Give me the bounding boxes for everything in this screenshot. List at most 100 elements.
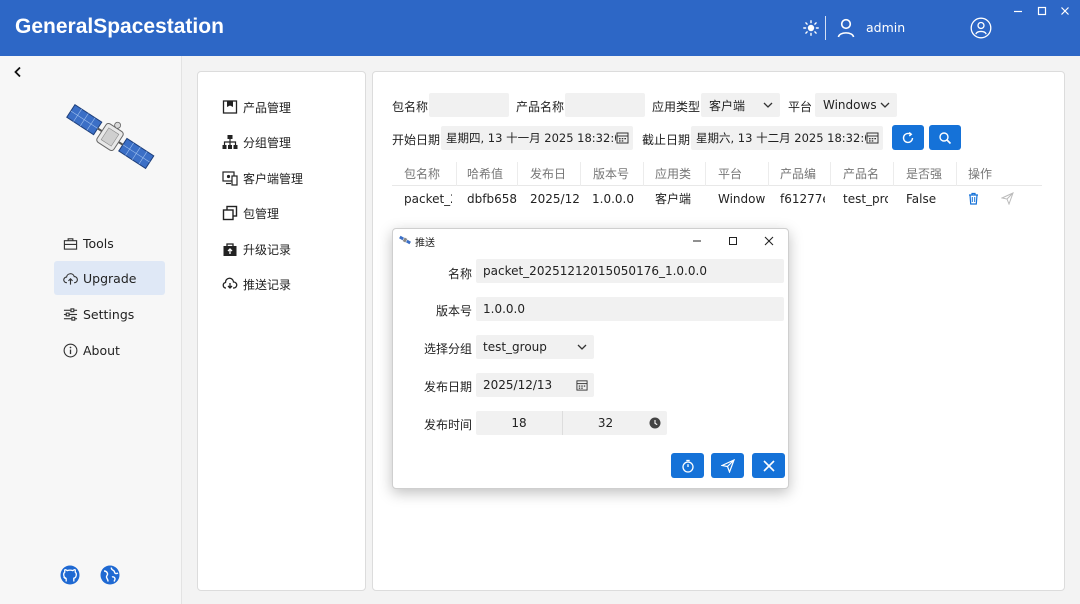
column-header[interactable]: 产品编 [768,162,831,186]
nav-item-settings[interactable]: Settings [54,297,165,331]
refresh-icon [902,131,914,143]
app-titlebar: GeneralSpacestation admin [0,0,1080,56]
group-select[interactable]: test_group [476,335,594,359]
dialog-date-label: 发布日期 [423,380,472,394]
table-cell: 客户端 [655,192,692,206]
menu-item-group-management[interactable]: 分组管理 [222,132,291,152]
titlebar-divider [825,16,826,40]
package-name-label: 包名称 [392,100,429,114]
calendar-icon[interactable] [616,131,629,144]
table-cell: 1.0.0.0 [592,192,634,206]
nav-item-label: Upgrade [83,270,137,286]
product-name-input[interactable] [565,93,645,117]
table-cell: 2025/12 [530,192,580,206]
column-header[interactable]: 包名称 [392,162,457,186]
table-cell: f61277e [780,192,825,206]
nav-item-label: Tools [83,235,114,251]
dialog-maximize-icon[interactable] [727,235,739,247]
send-button[interactable] [711,453,744,478]
user-icon [837,18,855,38]
window-minimize-icon[interactable] [1011,4,1025,18]
satellite-logo [66,104,155,170]
package-icon [222,205,238,221]
platform-value: Windows [823,98,877,112]
publish-date-value: 2025/12/13 [483,378,553,392]
publish-date-picker[interactable]: 2025/12/13 [476,373,594,397]
cloud-upload-icon [63,272,78,285]
column-header[interactable]: 产品名 [831,162,894,186]
schedule-button[interactable] [671,453,704,478]
nav-item-upgrade[interactable]: Upgrade [54,261,165,295]
end-date-picker[interactable]: 星期六, 13 十二月 2025 18:32:0 [691,126,883,150]
app-type-value: 客户端 [709,98,746,113]
window-close-icon[interactable] [1058,4,1072,18]
column-header[interactable]: 平台 [706,162,769,186]
dialog-titlebar[interactable]: 推送 [393,229,788,253]
globe-icon[interactable] [100,565,120,585]
column-header[interactable]: 发布日 [518,162,581,186]
menu-item-package-management[interactable]: 包管理 [222,203,279,223]
delete-icon[interactable] [967,192,980,205]
publish-time-picker[interactable]: 18 32 [476,411,667,435]
start-date-value: 星期四, 13 十一月 2025 18:32:0 [446,131,622,145]
column-header[interactable]: 应用类 [643,162,706,186]
user-name[interactable]: admin [866,20,905,35]
dialog-close-icon[interactable] [763,235,775,247]
start-date-label: 开始日期 [392,133,441,147]
search-button[interactable] [929,125,961,150]
end-date-label: 截止日期 [642,133,691,147]
dialog-version-label: 版本号 [435,304,472,318]
calendar-icon[interactable] [866,131,879,144]
menu-item-label: 产品管理 [243,100,292,115]
github-icon[interactable] [60,565,80,585]
start-date-picker[interactable]: 星期四, 13 十一月 2025 18:32:0 [441,126,633,150]
product-icon [222,100,238,114]
column-header[interactable]: 版本号 [581,162,644,186]
minute-value[interactable]: 32 [563,411,648,435]
table-cell: Window [718,192,766,206]
menu-item-label: 升级记录 [243,242,292,257]
table-cell: False [906,192,937,206]
column-header[interactable]: 哈希值 [455,162,518,186]
nav-item-tools[interactable]: Tools [54,226,165,260]
app-type-label: 应用类型 [652,100,701,114]
dialog-name-field[interactable]: packet_20251212015050176_1.0.0.0 [476,259,784,283]
send-icon[interactable] [1001,192,1014,205]
cancel-button[interactable] [752,453,785,478]
column-header[interactable]: 是否强 [894,162,957,186]
push-record-icon [222,277,238,289]
product-name-label: 产品名称 [516,100,565,114]
column-header[interactable]: 操作 [956,162,1019,186]
menu-item-client-management[interactable]: 客户端管理 [222,168,303,188]
send-icon [720,458,735,473]
clock-icon[interactable] [649,417,661,429]
dialog-version-field[interactable]: 1.0.0.0 [476,297,784,321]
group-select-value: test_group [483,340,547,354]
info-icon [63,343,78,357]
account-circle-icon[interactable] [970,17,992,39]
app-title: GeneralSpacestation [15,15,224,38]
theme-toggle-icon[interactable] [803,20,819,36]
app-type-select[interactable]: 客户端 [701,93,780,117]
refresh-button[interactable] [892,125,924,150]
calendar-icon[interactable] [576,379,588,391]
upgrade-menu-panel: 产品管理 分组管理 客户端管理 包管理 升级记录 推送记录 [197,71,366,591]
package-name-input[interactable] [429,93,509,117]
table-cell: test_pro [843,192,888,206]
nav-item-about[interactable]: About [54,333,165,367]
menu-item-product-management[interactable]: 产品管理 [222,97,291,117]
hour-value[interactable]: 18 [476,411,562,435]
menu-item-label: 包管理 [243,206,280,221]
platform-select[interactable]: Windows [815,93,897,117]
menu-item-upgrade-records[interactable]: 升级记录 [222,239,291,259]
group-icon [222,135,238,149]
dialog-minimize-icon[interactable] [691,235,703,247]
back-arrow-icon[interactable] [12,66,24,78]
dialog-app-icon [399,235,411,245]
menu-item-label: 分组管理 [243,135,292,150]
toolbox-icon [63,237,78,250]
close-icon [762,459,775,472]
end-date-value: 星期六, 13 十二月 2025 18:32:0 [696,131,872,145]
window-maximize-icon[interactable] [1035,4,1049,18]
menu-item-push-records[interactable]: 推送记录 [222,274,291,294]
